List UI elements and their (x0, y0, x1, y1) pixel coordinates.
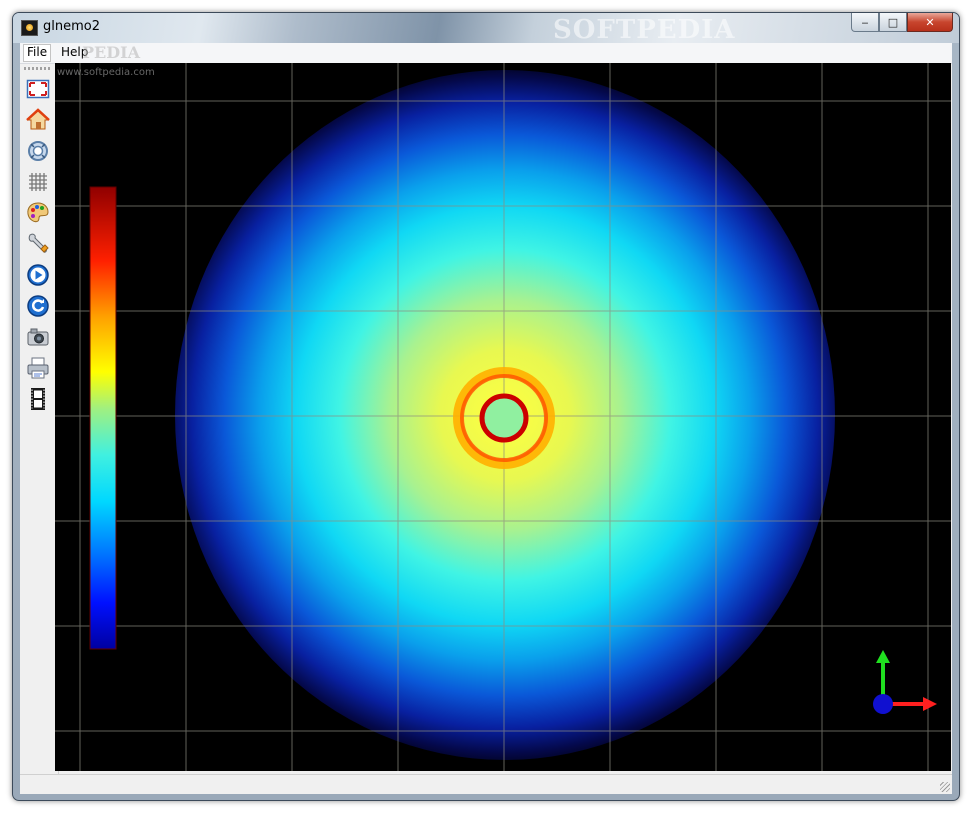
watermark-text: SOFTPEDIA (553, 15, 736, 45)
title-bar[interactable]: glnemo2 SOFTPEDIA ‒ □ ✕ (13, 13, 959, 45)
options-button[interactable] (25, 231, 51, 257)
status-bar (20, 774, 952, 794)
zoom-fit-icon (28, 141, 48, 161)
gl-viewport[interactable]: www.softpedia.com (55, 63, 951, 771)
record-button[interactable] (25, 386, 51, 412)
fullscreen-icon (26, 79, 50, 99)
print-button[interactable] (25, 355, 51, 381)
fullscreen-button[interactable] (25, 76, 51, 102)
play-button[interactable] (25, 262, 51, 288)
url-watermark: www.softpedia.com (57, 67, 155, 78)
toolbar-grip[interactable] (24, 67, 52, 70)
film-icon (31, 388, 45, 410)
side-toolbar (20, 64, 59, 774)
reload-button[interactable] (25, 293, 51, 319)
zoom-fit-button[interactable] (25, 138, 51, 164)
palette-button[interactable] (25, 200, 51, 226)
maximize-button[interactable]: □ (879, 13, 907, 32)
window-controls: ‒ □ ✕ (851, 13, 953, 32)
camera-icon (27, 328, 49, 346)
play-icon (27, 264, 49, 286)
minimize-button[interactable]: ‒ (851, 13, 879, 32)
resize-grip[interactable] (940, 782, 950, 792)
menu-file[interactable]: File (23, 44, 52, 62)
home-icon (26, 108, 50, 130)
color-scale-bar (89, 186, 117, 650)
menu-bar: File Help PEDIA (20, 43, 952, 64)
wrench-icon (28, 233, 49, 253)
palette-icon (27, 202, 49, 223)
close-button[interactable]: ✕ (907, 13, 953, 32)
grid-icon (29, 173, 47, 191)
particle-density-render[interactable] (55, 63, 951, 771)
app-icon[interactable] (21, 20, 38, 36)
printer-icon (27, 357, 49, 379)
grid-button[interactable] (25, 169, 51, 195)
home-button[interactable] (25, 107, 51, 133)
screenshot-button[interactable] (25, 324, 51, 350)
reload-icon (27, 295, 49, 317)
menu-watermark-text: PEDIA (82, 43, 140, 62)
window-title: glnemo2 (43, 19, 100, 34)
